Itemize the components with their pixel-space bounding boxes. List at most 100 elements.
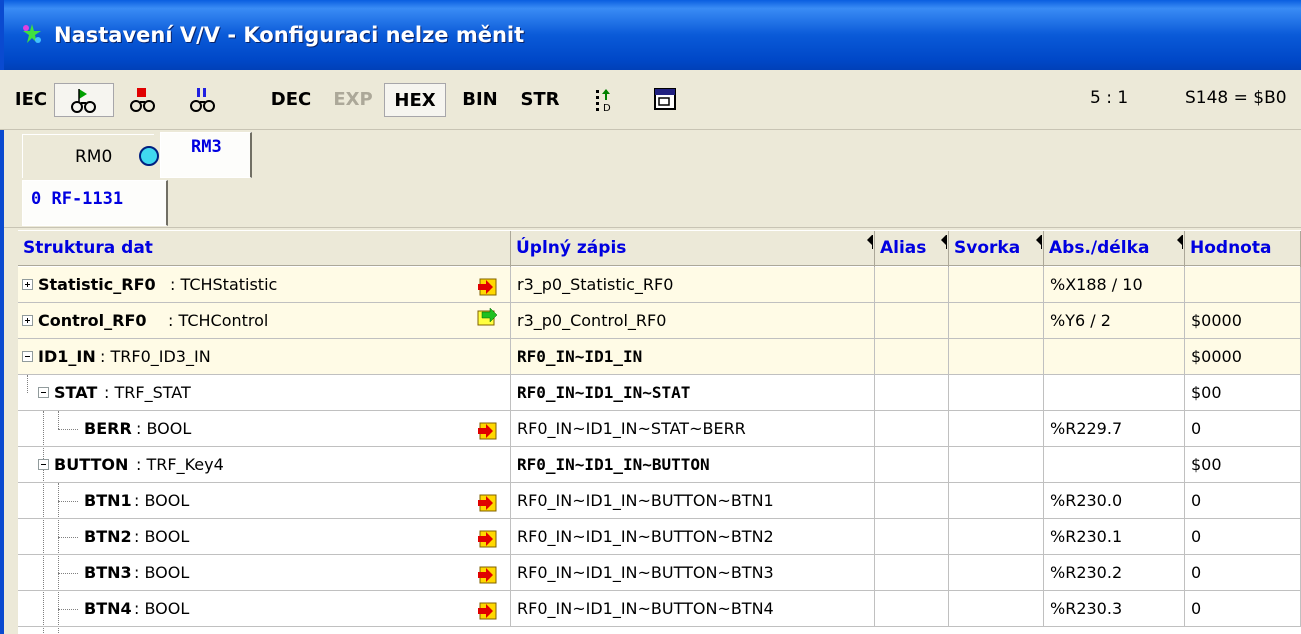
hodnota-cell[interactable]: $00	[1185, 375, 1301, 410]
svorka-cell	[949, 447, 1044, 482]
alias-cell[interactable]	[875, 267, 949, 302]
svorka-cell	[949, 303, 1044, 338]
window-title: Nastavení V/V - Konfiguraci nelze měnit	[54, 23, 525, 47]
hex-button[interactable]: HEX	[384, 83, 446, 117]
item-name: ID1_IN	[38, 347, 96, 366]
abs-cell: %R229.7	[1044, 411, 1185, 446]
column-header-hodnota[interactable]: Hodnota	[1185, 231, 1301, 267]
struktura-cell: ID1_IN : TRF0_ID3_IN	[18, 339, 511, 374]
struktura-cell: Statistic_RF0 : TCHStatistic	[18, 267, 511, 302]
tab-label: RM3	[191, 137, 222, 157]
tab-rf-1131[interactable]: 0 RF-1131	[22, 180, 168, 226]
hodnota-cell[interactable]: 0	[1185, 555, 1301, 590]
column-header-abs[interactable]: Abs./délka	[1044, 231, 1185, 267]
abs-cell: %X188 / 10	[1044, 267, 1185, 302]
alias-cell[interactable]	[875, 303, 949, 338]
table-row[interactable]: BUTTON : TRF_Key4 RF0_IN~ID1_IN~BUTTON $…	[18, 447, 1301, 483]
tab-rm3[interactable]: RM3	[160, 132, 252, 178]
struktura-cell: BTN4 : BOOL	[18, 591, 511, 626]
column-header-svorka[interactable]: Svorka	[949, 231, 1044, 267]
arrow-red-icon	[478, 602, 497, 620]
hodnota-cell[interactable]: 0	[1185, 519, 1301, 554]
hodnota-cell[interactable]: 0	[1185, 483, 1301, 518]
tab-label: 0 RF-1131	[31, 189, 124, 209]
table-row[interactable]: Control_RF0 : TCHControl r3_p0_Control_R…	[18, 303, 1301, 339]
stop-button[interactable]	[118, 83, 168, 117]
zapis-cell: RF0_IN~ID1_IN~BUTTON~BTN4	[511, 591, 875, 626]
table-row[interactable]: ID1_IN : TRF0_ID3_IN RF0_IN~ID1_IN $0000	[18, 339, 1301, 375]
alias-cell[interactable]	[875, 375, 949, 410]
app-icon	[23, 24, 41, 43]
column-marker-icon	[867, 235, 873, 249]
item-name: BERR	[84, 419, 132, 438]
pause-button[interactable]	[178, 83, 228, 117]
iec-button[interactable]: IEC	[10, 83, 52, 117]
table-row[interactable]: BTN3 : BOOL RF0_IN~ID1_IN~BUTTON~BTN3 %R…	[18, 555, 1301, 591]
item-name: Control_RF0	[38, 311, 147, 330]
column-header-zapis[interactable]: Úplný zápis	[511, 231, 875, 267]
item-name: BUTTON	[54, 455, 129, 474]
hodnota-cell[interactable]: 0	[1185, 411, 1301, 446]
abs-cell	[1044, 339, 1185, 374]
item-type: : BOOL	[134, 491, 190, 510]
hodnota-cell[interactable]: 0	[1185, 591, 1301, 626]
table-row[interactable]: BTN2 : BOOL RF0_IN~ID1_IN~BUTTON~BTN2 %R…	[18, 519, 1301, 555]
table-row[interactable]: BERR : BOOL RF0_IN~ID1_IN~STAT~BERR %R22…	[18, 411, 1301, 447]
item-type: : BOOL	[136, 419, 192, 438]
collapse-icon[interactable]	[22, 351, 33, 362]
str-button[interactable]: STR	[512, 83, 568, 117]
abs-cell	[1044, 447, 1185, 482]
tab-rm0[interactable]: RM0	[22, 134, 154, 178]
item-name: BTN2	[84, 527, 132, 546]
table-row[interactable]: BTN4 : BOOL RF0_IN~ID1_IN~BUTTON~BTN4 %R…	[18, 591, 1301, 627]
run-icon	[71, 89, 96, 113]
table-row[interactable]: BTN1 : BOOL RF0_IN~ID1_IN~BUTTON~BTN1 %R…	[18, 483, 1301, 519]
alias-cell[interactable]	[875, 519, 949, 554]
bin-button[interactable]: BIN	[452, 83, 508, 117]
svorka-cell	[949, 555, 1044, 590]
exp-button[interactable]: EXP	[326, 83, 380, 117]
hodnota-cell[interactable]: $00	[1185, 447, 1301, 482]
window-icon[interactable]	[652, 86, 680, 114]
item-name: BTN4	[84, 599, 132, 618]
zapis-cell: r3_p0_Control_RF0	[511, 303, 875, 338]
column-header-struktura[interactable]: Struktura dat	[18, 231, 511, 267]
table-row[interactable]: STAT : TRF_STAT RF0_IN~ID1_IN~STAT $00	[18, 375, 1301, 411]
abs-cell: %Y6 / 2	[1044, 303, 1185, 338]
cursor-position: 5 : 1	[1090, 88, 1129, 108]
alias-cell[interactable]	[875, 447, 949, 482]
hodnota-cell[interactable]: $0000	[1185, 339, 1301, 374]
collapse-icon[interactable]	[38, 459, 49, 470]
dec-button[interactable]: DEC	[262, 83, 320, 117]
alias-cell[interactable]	[875, 555, 949, 590]
alias-cell[interactable]	[875, 411, 949, 446]
abs-cell: %R230.3	[1044, 591, 1185, 626]
item-type: : TCHControl	[168, 311, 269, 330]
zapis-cell: RF0_IN~ID1_IN~STAT	[511, 375, 875, 410]
svorka-cell	[949, 519, 1044, 554]
alias-cell[interactable]	[875, 339, 949, 374]
arrow-green-icon	[477, 307, 498, 326]
hodnota-cell[interactable]: $0000	[1185, 303, 1301, 338]
toolbar: IEC DEC EXP HEX BIN STR D 5: 1 S148 = $…	[0, 70, 1301, 130]
expand-icon[interactable]	[22, 279, 33, 290]
window-border	[0, 130, 4, 634]
arrow-red-icon	[478, 422, 497, 440]
alias-cell[interactable]	[875, 591, 949, 626]
radio-indicator-icon	[139, 146, 159, 166]
hodnota-cell[interactable]	[1185, 267, 1301, 302]
sort-icon[interactable]: D	[592, 86, 620, 114]
column-marker-icon	[1036, 235, 1042, 249]
run-button[interactable]	[54, 83, 114, 117]
column-header-alias[interactable]: Alias	[875, 231, 949, 267]
status-readout: S148 = $B0	[1185, 88, 1287, 108]
table-row[interactable]: Statistic_RF0 : TCHStatistic r3_p0_Stati…	[18, 267, 1301, 303]
item-name: BTN3	[84, 563, 132, 582]
svorka-cell	[949, 591, 1044, 626]
struktura-cell: BTN2 : BOOL	[18, 519, 511, 554]
expand-icon[interactable]	[22, 315, 33, 326]
collapse-icon[interactable]	[38, 387, 49, 398]
abs-cell: %R230.2	[1044, 555, 1185, 590]
struktura-cell: BTN1 : BOOL	[18, 483, 511, 518]
alias-cell[interactable]	[875, 483, 949, 518]
